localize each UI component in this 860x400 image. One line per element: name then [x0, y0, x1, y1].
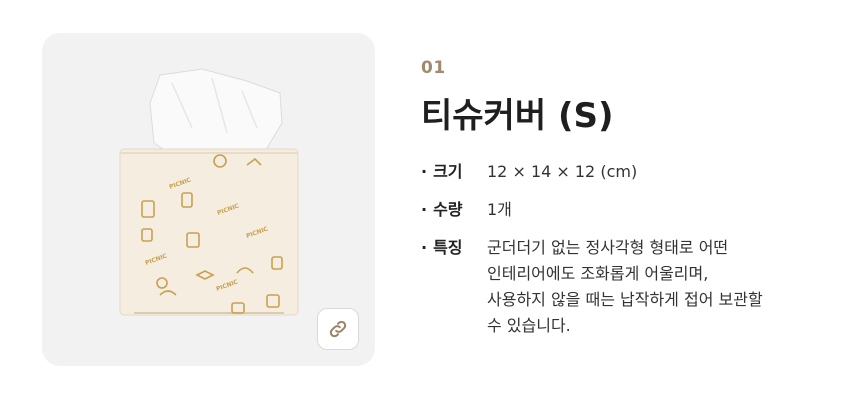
spec-value-features-line: 수 있습니다. — [487, 316, 571, 335]
spec-value-quantity: 1개 — [487, 200, 512, 219]
spec-label-quantity: 수량 — [433, 200, 463, 219]
spec-label-size: 크기 — [433, 162, 463, 181]
bullet: · — [421, 162, 428, 181]
spec-value-features-line: 인테리어에도 조화롭게 어울리며, — [487, 264, 709, 283]
product-title: 티슈커버 (S) — [421, 96, 614, 136]
link-button[interactable] — [317, 308, 359, 350]
product-image-card: PICNIC PICNIC PICNIC PICNIC PICNIC — [42, 33, 375, 366]
bullet: · — [421, 238, 428, 257]
bullet: · — [421, 200, 428, 219]
spec-value-size: 12 × 14 × 12 (cm) — [487, 162, 638, 181]
spec-value-features-line: 사용하지 않을 때는 납작하게 접어 보관할 — [487, 290, 763, 309]
spec-label-features: 특징 — [433, 238, 463, 257]
link-icon — [329, 320, 347, 338]
product-number: 01 — [421, 58, 446, 78]
spec-value-features-line: 군더더기 없는 정사각형 형태로 어떤 — [487, 238, 729, 257]
